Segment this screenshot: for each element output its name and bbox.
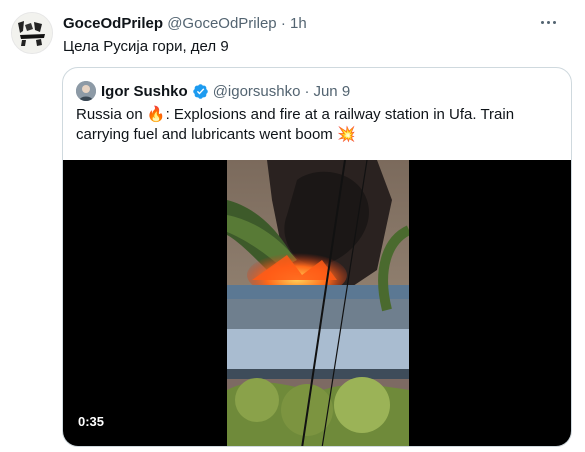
author-name[interactable]: GoceOdPrilep — [63, 15, 163, 32]
timestamp[interactable]: 1h — [290, 15, 307, 32]
quote-dot-separator: · — [304, 82, 310, 100]
video-player[interactable]: 0:35 — [63, 160, 571, 446]
fire-emoji: 🔥 — [146, 106, 166, 123]
quote-text: Russia on 🔥: Explosions and fire at a ra… — [76, 105, 556, 145]
more-horizontal-icon[interactable] — [536, 10, 560, 34]
video-duration: 0:35 — [78, 414, 105, 429]
quote-header: Igor Sushko @igorsushko · Jun 9 — [76, 81, 350, 101]
avatar[interactable] — [11, 12, 53, 54]
quote-avatar-image — [76, 81, 96, 101]
quote-timestamp[interactable]: Jun 9 — [313, 83, 350, 100]
quoted-tweet[interactable]: Igor Sushko @igorsushko · Jun 9 Russia o… — [62, 67, 572, 447]
tweet[interactable]: GoceOdPrilep @GoceOdPrilep · 1h Цела Рус… — [0, 0, 585, 452]
quote-avatar[interactable] — [76, 81, 96, 101]
tweet-header: GoceOdPrilep @GoceOdPrilep · 1h — [63, 15, 307, 33]
dot-separator: · — [280, 15, 286, 32]
quote-text-part1: Russia on — [76, 106, 147, 123]
video-thumbnail-image — [227, 160, 409, 446]
tweet-text: Цела Русија гори, дел 9 — [63, 38, 229, 55]
quote-author-name[interactable]: Igor Sushko — [101, 83, 188, 100]
quote-author-handle[interactable]: @igorsushko — [213, 83, 301, 100]
explosion-emoji: 💥 — [336, 126, 356, 143]
author-handle[interactable]: @GoceOdPrilep — [167, 15, 276, 32]
video-thumbnail — [227, 160, 409, 446]
avatar-image — [12, 13, 52, 53]
verified-badge-icon — [192, 83, 208, 99]
